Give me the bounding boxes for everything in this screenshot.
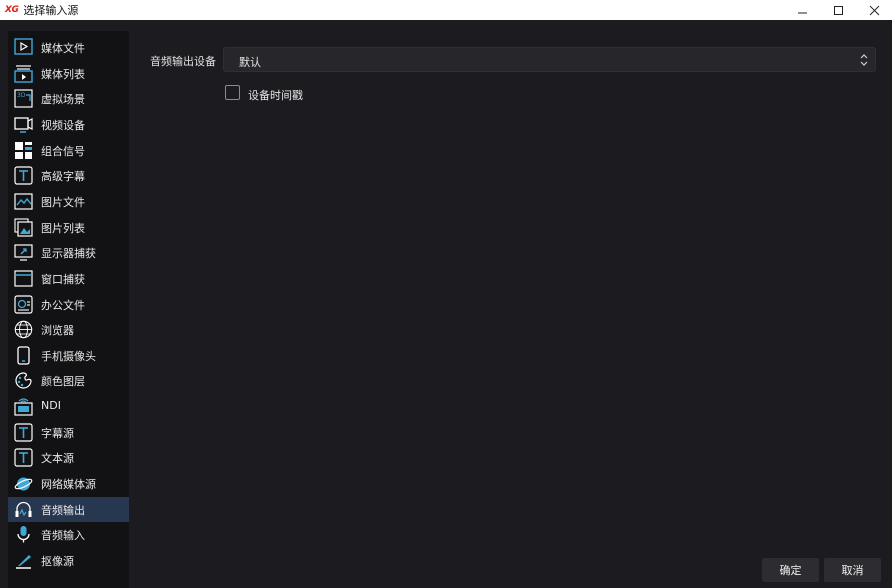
sidebar-item-combined-signal[interactable]: 组合信号 bbox=[8, 138, 129, 163]
maximize-icon bbox=[833, 5, 843, 15]
sidebar-item-label: 组合信号 bbox=[41, 144, 85, 158]
sidebar-item-display-capture[interactable]: 显示器捕获 bbox=[8, 240, 129, 265]
app-logo: XG bbox=[5, 5, 19, 15]
sidebar-item-label: 文本源 bbox=[41, 452, 74, 466]
sidebar-item-network-media[interactable]: 网络媒体源 bbox=[8, 471, 129, 496]
sidebar-item-label: 视频设备 bbox=[41, 118, 85, 132]
sidebar-item-label: 图片文件 bbox=[41, 195, 85, 209]
sidebar-item-keying-source[interactable]: 抠像源 bbox=[8, 548, 129, 573]
sidebar-item-advanced-subtitle[interactable]: 高级字幕 bbox=[8, 163, 129, 188]
audio-output-icon bbox=[15, 501, 32, 517]
display-capture-icon bbox=[14, 244, 33, 261]
sidebar-item-subtitle-source[interactable]: 字幕源 bbox=[8, 420, 129, 445]
sidebar-item-label: 显示器捕获 bbox=[41, 247, 96, 261]
sidebar-item-media-list[interactable]: 媒体列表 bbox=[8, 61, 129, 86]
text-source-icon bbox=[14, 448, 33, 467]
audio-input-icon bbox=[17, 526, 30, 543]
sidebar-item-label: 媒体列表 bbox=[41, 67, 85, 81]
sidebar-item-label: 抠像源 bbox=[41, 555, 74, 568]
sidebar-item-phone-camera[interactable]: 手机摄像头 bbox=[8, 343, 129, 368]
select-value: 默认 bbox=[239, 56, 261, 69]
audio-output-device-label: 音频输出设备 bbox=[150, 55, 216, 68]
subtitle-source-icon bbox=[14, 423, 33, 442]
color-layer-icon bbox=[15, 372, 32, 390]
sidebar-item-label: 浏览器 bbox=[41, 324, 74, 338]
device-timestamp-label: 设备时间戳 bbox=[248, 89, 303, 102]
sidebar-item-label: 音频输入 bbox=[41, 529, 85, 543]
sidebar-item-label: 媒体文件 bbox=[41, 42, 85, 55]
device-timestamp-checkbox[interactable] bbox=[225, 85, 240, 100]
keying-source-icon bbox=[16, 555, 31, 569]
sidebar-item-label: 虚拟场景 bbox=[41, 93, 85, 107]
sidebar-item-browser[interactable]: 浏览器 bbox=[8, 317, 129, 342]
image-list-icon bbox=[14, 217, 33, 237]
sidebar-item-label: 手机摄像头 bbox=[41, 349, 96, 363]
sidebar-item-label: 图片列表 bbox=[41, 221, 85, 235]
sidebar-item-media-file[interactable]: 媒体文件 bbox=[8, 35, 129, 60]
advanced-subtitle-icon bbox=[14, 166, 33, 185]
media-file-icon bbox=[14, 38, 33, 55]
sidebar-item-label: 窗口捕获 bbox=[41, 272, 85, 286]
updown-chevron-icon bbox=[860, 54, 868, 66]
minimize-icon bbox=[797, 12, 807, 13]
svg-text:3D: 3D bbox=[17, 92, 26, 99]
window-capture-icon bbox=[14, 270, 33, 287]
source-type-sidebar: 媒体文件媒体列表 3D 虚拟场景视频设备组合信号高级字幕图片文件图片列表显示器捕获窗… bbox=[8, 31, 129, 588]
dialog-body bbox=[0, 20, 892, 588]
title-bar: XG 选择输入源 bbox=[0, 0, 892, 20]
sidebar-item-ndi[interactable]: NDI bbox=[8, 394, 129, 419]
sidebar-item-audio-output[interactable]: 音频输出 bbox=[8, 496, 129, 522]
window-title: 选择输入源 bbox=[23, 4, 79, 17]
sidebar-item-label: 字幕源 bbox=[41, 426, 74, 440]
sidebar-item-office-file[interactable]: 办公文件 bbox=[8, 292, 129, 317]
sidebar-item-label: 办公文件 bbox=[41, 298, 85, 312]
ok-button[interactable]: 确定 bbox=[762, 558, 819, 582]
combined-signal-icon bbox=[15, 141, 32, 159]
audio-output-device-select[interactable]: 默认 bbox=[223, 47, 876, 72]
network-media-icon bbox=[14, 477, 33, 491]
sidebar-item-label: 网络媒体源 bbox=[41, 478, 96, 492]
virtual-scene-icon: 3D bbox=[14, 89, 33, 108]
image-file-icon bbox=[14, 193, 33, 210]
maximize-button[interactable] bbox=[822, 0, 854, 20]
browser-icon bbox=[14, 320, 33, 339]
media-list-icon bbox=[14, 65, 33, 83]
sidebar-item-image-file[interactable]: 图片文件 bbox=[8, 189, 129, 214]
sidebar-item-video-device[interactable]: 视频设备 bbox=[8, 112, 129, 137]
sidebar-item-label: 音频输出 bbox=[41, 503, 85, 517]
cancel-button[interactable]: 取消 bbox=[824, 558, 881, 582]
sidebar-item-label: NDI bbox=[41, 399, 61, 413]
sidebar-item-label: 高级字幕 bbox=[41, 170, 85, 184]
sidebar-item-text-source[interactable]: 文本源 bbox=[8, 445, 129, 470]
sidebar-item-virtual-scene[interactable]: 3D 虚拟场景 bbox=[8, 86, 129, 111]
minimize-button[interactable] bbox=[786, 0, 818, 20]
phone-camera-icon bbox=[17, 346, 30, 365]
sidebar-item-image-list[interactable]: 图片列表 bbox=[8, 215, 129, 240]
close-icon bbox=[869, 5, 879, 15]
sidebar-item-label: 颜色图层 bbox=[41, 375, 85, 389]
sidebar-item-window-capture[interactable]: 窗口捕获 bbox=[8, 266, 129, 291]
video-device-icon bbox=[14, 117, 33, 133]
ndi-icon bbox=[14, 398, 33, 416]
sidebar-item-audio-input[interactable]: 音频输入 bbox=[8, 522, 129, 547]
office-file-icon bbox=[14, 294, 33, 314]
close-button[interactable] bbox=[858, 0, 890, 20]
sidebar-item-color-layer[interactable]: 颜色图层 bbox=[8, 368, 129, 393]
